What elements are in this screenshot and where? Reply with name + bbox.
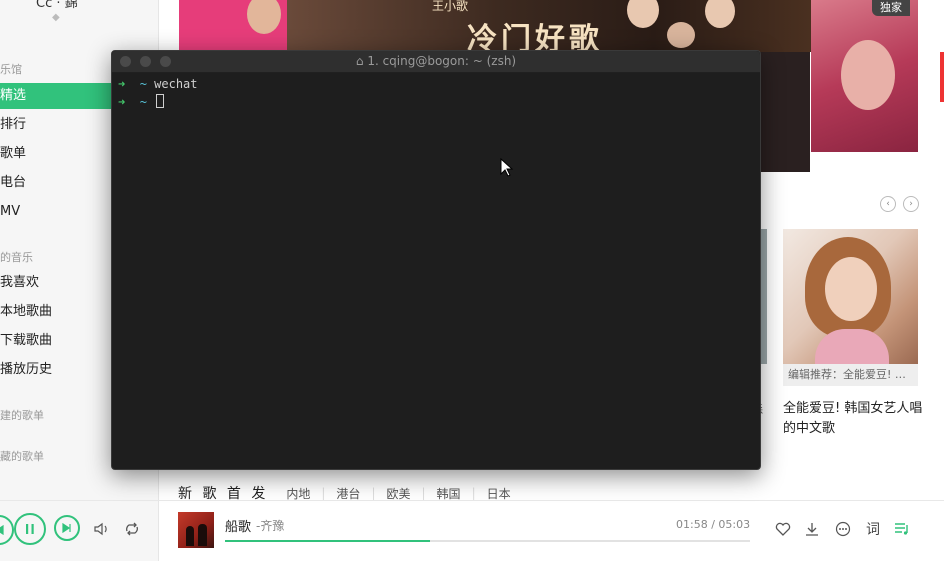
sidebar-item-label: 播放历史 — [0, 362, 53, 377]
prev-icon — [0, 525, 4, 535]
tab-hk-tw[interactable]: 港台 — [336, 485, 360, 502]
sidebar-item-label: 排行 — [0, 117, 27, 132]
sidebar-item-label: MV — [0, 204, 21, 219]
tab-divider: | — [421, 486, 426, 500]
exclusive-badge: 独家 — [872, 0, 910, 16]
prompt-arrow-icon: ➜ — [118, 95, 126, 109]
card-face — [825, 257, 877, 321]
sidebar-item-label: 歌单 — [0, 146, 27, 161]
sidebar-item-label: 精选 — [0, 88, 27, 103]
banner-main[interactable]: 王小歌 冷门好歌 — [287, 0, 811, 57]
banner-right[interactable] — [811, 0, 918, 152]
banner-left[interactable] — [179, 0, 287, 52]
banner-left-face — [247, 0, 281, 34]
side-red-strip — [940, 52, 944, 102]
tab-divider: | — [321, 486, 326, 500]
progress-fill — [225, 540, 430, 542]
banner-face-3 — [667, 22, 695, 48]
playback-controls — [0, 501, 159, 561]
terminal-window[interactable]: ⌂ 1. cqing@bogon: ~ (zsh) ➜ ~ wechat ➜ ~ — [111, 50, 761, 470]
mouse-pointer-icon — [500, 158, 514, 177]
carousel-next-button[interactable]: › — [903, 196, 919, 212]
banner-face-1 — [627, 0, 659, 28]
section-my-music: 的音乐 — [0, 251, 33, 264]
tab-divider: | — [471, 486, 476, 500]
tab-japan[interactable]: 日本 — [487, 485, 511, 502]
home-icon: ⌂ — [355, 54, 364, 68]
playlist-button[interactable] — [892, 519, 912, 539]
sidebar-item-label: 电台 — [0, 175, 27, 190]
volume-button[interactable] — [93, 520, 111, 538]
section-created-playlists[interactable]: 建的歌单 — [0, 407, 44, 423]
prev-button[interactable] — [0, 515, 14, 545]
recommend-card-image[interactable] — [783, 229, 918, 364]
text-cursor — [156, 94, 165, 108]
sidebar-item-featured[interactable]: 精选 — [0, 83, 112, 109]
section-collected-playlists[interactable]: 藏的歌单 — [0, 448, 44, 464]
more-icon — [835, 521, 851, 537]
player-bar: 船歌 -齐豫 01:58 / 05:03 词 — [0, 500, 944, 561]
section-online-music: 乐馆 — [0, 63, 22, 76]
banner-face-2 — [705, 0, 735, 28]
download-icon — [806, 523, 818, 536]
like-button[interactable] — [773, 519, 793, 539]
progress-bar[interactable] — [225, 540, 750, 542]
tab-divider: | — [371, 486, 376, 500]
play-time: 01:58 / 05:03 — [676, 518, 751, 531]
heart-icon — [775, 522, 791, 536]
volume-icon — [94, 522, 107, 536]
song-artist[interactable]: -齐豫 — [256, 517, 284, 534]
prompt-dir: ~ — [139, 77, 147, 91]
sidebar-item-label: 我喜欢 — [0, 275, 40, 290]
sidebar-item-label: 下载歌曲 — [0, 333, 53, 348]
loop-mode-button[interactable] — [123, 520, 141, 538]
download-button[interactable] — [802, 519, 822, 539]
terminal-line: ➜ ~ wechat — [118, 77, 198, 91]
terminal-line[interactable]: ➜ ~ — [118, 94, 165, 109]
sidebar-item-label: 本地歌曲 — [0, 304, 53, 319]
card-body — [815, 329, 889, 364]
next-button[interactable] — [54, 515, 80, 541]
user-name[interactable]: Cc · 錦 — [36, 0, 78, 11]
song-title[interactable]: 船歌 — [225, 516, 251, 535]
recommend-card-overlay: 编辑推荐：全能爱豆! … — [783, 364, 918, 386]
next-icon — [62, 523, 71, 533]
playlist-icon — [895, 523, 908, 535]
terminal-title: 1. cqing@bogon: ~ (zsh) — [367, 54, 517, 68]
carousel-prev-button[interactable]: ‹ — [880, 196, 896, 212]
terminal-command: wechat — [154, 77, 198, 91]
banner-right-face — [841, 40, 895, 110]
more-button[interactable] — [833, 519, 853, 539]
cover-figure — [198, 524, 207, 546]
tab-mainland[interactable]: 内地 — [286, 485, 310, 502]
pause-icon — [26, 524, 34, 534]
tab-korea[interactable]: 韩国 — [437, 485, 461, 502]
terminal-title-wrap: ⌂ 1. cqing@bogon: ~ (zsh) — [112, 54, 760, 68]
album-cover[interactable] — [178, 512, 214, 548]
vip-icon: ◆ — [52, 12, 60, 23]
prompt-arrow-icon: ➜ — [118, 77, 126, 91]
pause-button[interactable] — [14, 513, 46, 545]
terminal-titlebar[interactable]: ⌂ 1. cqing@bogon: ~ (zsh) — [112, 51, 760, 73]
banner-small-text: 王小歌 — [432, 0, 469, 13]
prompt-dir: ~ — [139, 95, 147, 109]
recommend-card-title[interactable]: 全能爱豆! 韩国女艺人唱的中文歌 — [783, 399, 923, 439]
lyrics-button[interactable]: 词 — [863, 519, 883, 539]
tab-western[interactable]: 欧美 — [386, 485, 410, 502]
cover-figure — [186, 526, 194, 546]
loop-icon — [126, 522, 138, 536]
banner-dark-strip — [758, 52, 810, 172]
